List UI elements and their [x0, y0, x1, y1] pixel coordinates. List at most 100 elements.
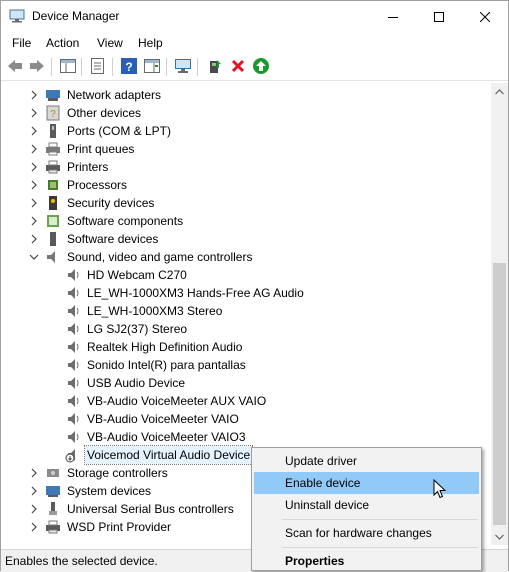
- tree-node-label: LE_WH-1000XM3 Stereo: [87, 304, 223, 318]
- speaker-icon: [65, 339, 81, 355]
- enable-icon[interactable]: [252, 57, 270, 75]
- back-icon[interactable]: [6, 57, 24, 75]
- update-driver-icon[interactable]: [206, 57, 224, 75]
- tree-node-category[interactable]: Software components: [29, 212, 185, 230]
- menu-separator: [282, 547, 477, 548]
- menu-separator: [282, 519, 477, 520]
- tree-node-category[interactable]: ? Other devices: [29, 104, 143, 122]
- tree-node-device[interactable]: Realtek High Definition Audio: [65, 338, 244, 356]
- properties-label: Properties: [285, 554, 345, 568]
- title-bar: Device Manager: [1, 1, 508, 32]
- other-devices-icon: ?: [45, 105, 61, 121]
- properties-menu-item[interactable]: Properties: [254, 550, 479, 572]
- tree-node-label: Universal Serial Bus controllers: [67, 502, 234, 516]
- tree-node-category[interactable]: Print queues: [29, 140, 136, 158]
- scan-hardware-label: Scan for hardware changes: [285, 526, 432, 540]
- tree-node-category[interactable]: Storage controllers: [29, 464, 170, 482]
- tree-node-category[interactable]: Processors: [29, 176, 129, 194]
- toolbar-separator: [51, 58, 52, 76]
- tree-node-label: Printers: [67, 160, 109, 174]
- vertical-scrollbar[interactable]: [491, 83, 508, 545]
- chevron-right-icon[interactable]: [29, 518, 39, 536]
- scroll-up-icon[interactable]: [491, 83, 508, 100]
- update-driver-menu-item[interactable]: Update driver: [254, 450, 479, 472]
- uninstall-icon[interactable]: [229, 57, 247, 75]
- scan-hardware-icon[interactable]: [174, 57, 192, 75]
- speaker-icon: [65, 393, 81, 409]
- status-text: Enables the selected device.: [5, 554, 158, 568]
- help-icon[interactable]: ?: [120, 57, 138, 75]
- speaker-icon: [65, 357, 81, 373]
- tree-node-device[interactable]: VB-Audio VoiceMeeter AUX VAIO: [65, 392, 268, 410]
- chevron-right-icon[interactable]: [29, 140, 39, 158]
- menu-help[interactable]: Help: [138, 36, 163, 50]
- tree-node-label: Other devices: [67, 106, 142, 120]
- chevron-right-icon[interactable]: [29, 86, 39, 104]
- chevron-right-icon[interactable]: [29, 212, 39, 230]
- tree-node-category[interactable]: Universal Serial Bus controllers: [29, 500, 236, 518]
- chevron-right-icon[interactable]: [29, 176, 39, 194]
- toolbar-separator: [197, 58, 198, 76]
- chevron-down-icon[interactable]: [29, 248, 39, 266]
- show-hide-console-tree-icon[interactable]: [59, 57, 77, 75]
- tree-node-label: Processors: [67, 178, 128, 192]
- device-manager-app-icon: [9, 9, 25, 23]
- tree-node-category[interactable]: Security devices: [29, 194, 156, 212]
- tree-node-label: VB-Audio VoiceMeeter VAIO: [87, 412, 239, 426]
- speaker-icon: [65, 411, 81, 427]
- tree-node-device[interactable]: HD Webcam C270: [65, 266, 189, 284]
- tree-node-label: Ports (COM & LPT): [67, 124, 172, 138]
- tree-node-label: Voicemod Virtual Audio Device: [83, 445, 254, 465]
- tree-node-category[interactable]: Sound, video and game controllers: [29, 248, 254, 266]
- tree-node-label: Sound, video and game controllers: [67, 250, 253, 264]
- tree-node-device[interactable]: LG SJ2(37) Stereo: [65, 320, 189, 338]
- menu-file[interactable]: File: [12, 36, 31, 50]
- tree-node-device[interactable]: LE_WH-1000XM3 Hands-Free AG Audio: [65, 284, 306, 302]
- disabled-device-icon: [65, 447, 81, 463]
- minimize-button[interactable]: [370, 1, 416, 32]
- scan-hardware-menu-item[interactable]: Scan for hardware changes: [254, 522, 479, 544]
- maximize-button[interactable]: [416, 1, 462, 32]
- chevron-right-icon[interactable]: [29, 104, 39, 122]
- tree-node-category[interactable]: Network adapters: [29, 86, 163, 104]
- chevron-right-icon[interactable]: [29, 482, 39, 500]
- scrollbar-thumb[interactable]: [493, 263, 506, 525]
- usb-controller-icon: [45, 501, 61, 517]
- properties-icon[interactable]: [89, 57, 107, 75]
- tree-node-label: WSD Print Provider: [67, 520, 172, 534]
- tree-node-label: LG SJ2(37) Stereo: [87, 322, 188, 336]
- tree-node-label: VB-Audio VoiceMeeter VAIO3: [87, 430, 246, 444]
- chevron-right-icon[interactable]: [29, 500, 39, 518]
- menu-view[interactable]: View: [97, 36, 123, 50]
- forward-icon[interactable]: [28, 57, 46, 75]
- scroll-down-icon[interactable]: [491, 528, 508, 545]
- software-device-icon: [45, 231, 61, 247]
- tree-node-device[interactable]: VB-Audio VoiceMeeter VAIO: [65, 410, 241, 428]
- tree-node-device[interactable]: Sonido Intel(R) para pantallas: [65, 356, 248, 374]
- menu-action[interactable]: Action: [46, 36, 79, 50]
- tree-node-device[interactable]: Voicemod Virtual Audio Device: [65, 445, 254, 465]
- tree-node-device[interactable]: LE_WH-1000XM3 Stereo: [65, 302, 224, 320]
- chevron-right-icon[interactable]: [29, 230, 39, 248]
- toolbar-separator: [166, 58, 167, 76]
- tree-node-label: Software components: [67, 214, 184, 228]
- speaker-icon: [65, 303, 81, 319]
- tree-node-category[interactable]: System devices: [29, 482, 153, 500]
- chevron-right-icon[interactable]: [29, 158, 39, 176]
- tree-node-label: Security devices: [67, 196, 155, 210]
- tree-node-category[interactable]: Software devices: [29, 230, 160, 248]
- tree-node-category[interactable]: WSD Print Provider: [29, 518, 173, 536]
- chevron-right-icon[interactable]: [29, 194, 39, 212]
- mouse-cursor-icon: [433, 478, 447, 499]
- action-pane-icon[interactable]: [143, 57, 161, 75]
- close-button[interactable]: [462, 1, 508, 32]
- chevron-right-icon[interactable]: [29, 464, 39, 482]
- tree-node-label: System devices: [67, 484, 152, 498]
- tree-node-device[interactable]: USB Audio Device: [65, 374, 187, 392]
- security-device-icon: [45, 195, 61, 211]
- tree-node-device[interactable]: VB-Audio VoiceMeeter VAIO3: [65, 428, 248, 446]
- chevron-right-icon[interactable]: [29, 122, 39, 140]
- tree-node-category[interactable]: Ports (COM & LPT): [29, 122, 173, 140]
- speaker-icon: [45, 249, 61, 265]
- tree-node-category[interactable]: Printers: [29, 158, 110, 176]
